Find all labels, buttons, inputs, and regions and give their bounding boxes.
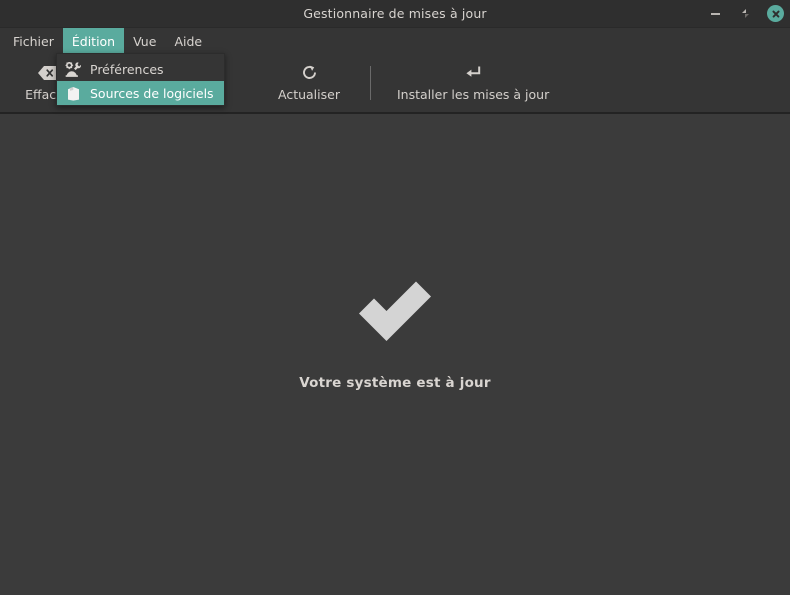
menu-item-vue[interactable]: Vue xyxy=(124,28,165,54)
menu-option-preferences[interactable]: Préférences xyxy=(57,57,224,81)
menu-option-sources-de-logiciels-label: Sources de logiciels xyxy=(90,85,214,101)
install-updates-button-label: Installer les mises à jour xyxy=(397,87,550,102)
maximize-icon xyxy=(741,9,750,18)
menu-item-fichier[interactable]: Fichier xyxy=(4,28,63,54)
maximize-button[interactable] xyxy=(737,5,754,22)
minimize-button[interactable] xyxy=(707,5,724,22)
menu-item-edition[interactable]: Édition xyxy=(62,28,125,54)
clear-backspace-icon xyxy=(37,64,57,81)
window-controls xyxy=(707,0,784,27)
enter-arrow-icon xyxy=(465,64,482,81)
menu-option-preferences-label: Préférences xyxy=(90,61,164,77)
refresh-button-label: Actualiser xyxy=(278,87,340,102)
install-updates-button[interactable]: Installer les mises à jour xyxy=(385,57,561,109)
menu-option-sources-de-logiciels[interactable]: Sources de logiciels xyxy=(57,81,224,105)
checkmark-icon xyxy=(356,277,434,345)
update-manager-window: Gestionnaire de mises à jour Fichier Édi… xyxy=(0,0,790,595)
menu-item-aide[interactable]: Aide xyxy=(165,28,211,54)
title-bar: Gestionnaire de mises à jour xyxy=(0,0,790,28)
status-block: Votre système est à jour xyxy=(299,277,491,391)
toolbar-separator xyxy=(370,66,371,100)
content-area: Votre système est à jour xyxy=(0,114,790,595)
window-title: Gestionnaire de mises à jour xyxy=(303,6,487,21)
refresh-button[interactable]: Actualiser xyxy=(262,57,356,109)
package-box-icon xyxy=(65,85,81,101)
menu-bar: Fichier Édition Vue Aide xyxy=(0,28,790,54)
close-icon xyxy=(767,5,784,22)
close-button[interactable] xyxy=(767,5,784,22)
minimize-icon xyxy=(711,12,720,15)
status-message: Votre système est à jour xyxy=(299,374,491,391)
refresh-icon xyxy=(301,64,318,81)
preferences-gear-wrench-icon xyxy=(65,61,81,77)
edition-dropdown-menu: Préférences Sources de logiciels xyxy=(56,53,225,106)
